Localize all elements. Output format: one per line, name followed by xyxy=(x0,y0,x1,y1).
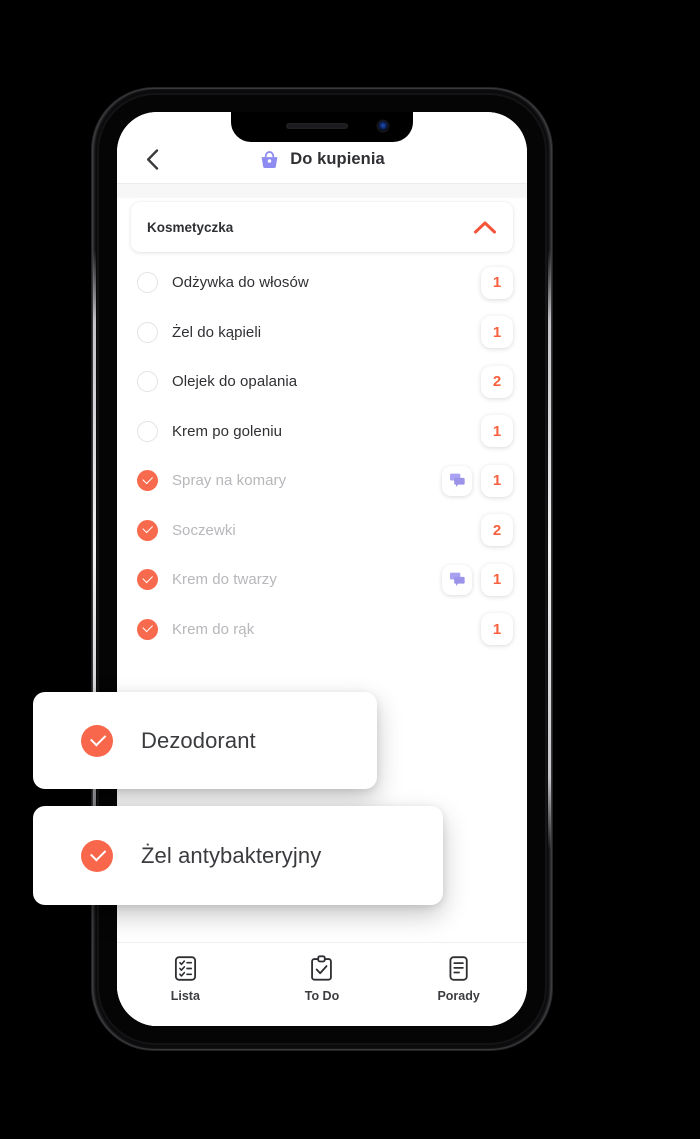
nav-item-porady[interactable]: Porady xyxy=(416,955,502,1003)
list-item-row[interactable]: Odżywka do włosów 1 xyxy=(117,258,527,308)
quantity-badge[interactable]: 1 xyxy=(481,613,513,646)
page-title: Do kupienia xyxy=(290,150,385,168)
nav-item-lista[interactable]: Lista xyxy=(142,955,228,1003)
header-center: Do kupienia xyxy=(137,150,507,170)
quantity-badge[interactable]: 1 xyxy=(481,563,513,596)
group-title: Kosmetyczka xyxy=(147,219,234,235)
list-item-row[interactable]: Żel do kąpieli 1 xyxy=(117,308,527,358)
checklist-clipboard-icon xyxy=(174,956,196,981)
checkbox-unchecked-icon[interactable] xyxy=(137,272,158,294)
floating-item-card[interactable]: Żel antybakteryjny xyxy=(33,806,443,905)
comment-button[interactable] xyxy=(442,564,472,595)
quantity-badge[interactable]: 2 xyxy=(481,514,513,547)
list-item-row[interactable]: Soczewki 2 xyxy=(117,506,527,556)
checkbox-unchecked-icon[interactable] xyxy=(137,371,158,393)
frame-gloss-right xyxy=(548,250,551,850)
list-item-label: Krem po goleniu xyxy=(172,422,282,440)
quantity-badge[interactable]: 1 xyxy=(481,266,513,299)
comment-button[interactable] xyxy=(442,465,472,496)
screenshot-canvas: Do kupienia Kosmetyczka Odżywka do włosó… xyxy=(0,0,700,1139)
shopping-item-list: Odżywka do włosów 1 Żel do kąpieli 1 Olejek … xyxy=(117,258,527,654)
group-header-kosmetyczka[interactable]: Kosmetyczka xyxy=(131,202,513,252)
floating-item-label: Dezodorant xyxy=(141,727,256,753)
quantity-badge[interactable]: 1 xyxy=(481,464,513,497)
list-item-label: Krem do rąk xyxy=(172,620,255,638)
list-item-label: Spray na komary xyxy=(172,472,287,490)
floating-item-label: Żel antybakteryjny xyxy=(141,842,322,868)
nav-label-todo: To Do xyxy=(304,989,340,1003)
checkbox-checked-icon[interactable] xyxy=(137,470,158,492)
list-item-label: Olejek do opalania xyxy=(172,373,298,391)
comment-bubbles-icon xyxy=(449,473,465,488)
phone-notch xyxy=(231,112,413,142)
checkbox-checked-icon[interactable] xyxy=(137,569,158,591)
checkbox-unchecked-icon[interactable] xyxy=(137,420,158,442)
nav-label-lista: Lista xyxy=(170,989,200,1003)
speaker-grille xyxy=(286,123,349,129)
document-lines-icon xyxy=(449,956,468,981)
shopping-basket-icon xyxy=(261,150,278,168)
list-item-row[interactable]: Krem do rąk 1 xyxy=(117,605,527,655)
nav-label-porady: Porady xyxy=(437,989,480,1003)
list-item-label: Soczewki xyxy=(172,521,236,539)
list-background-strip xyxy=(117,184,527,198)
front-camera-icon xyxy=(378,121,388,131)
quantity-badge[interactable]: 1 xyxy=(481,316,513,349)
list-item-label: Odżywka do włosów xyxy=(172,274,309,292)
checkbox-checked-icon[interactable] xyxy=(137,618,158,640)
list-item-row[interactable]: Olejek do opalania 2 xyxy=(117,357,527,407)
bottom-navigation: Lista To Do Porady xyxy=(117,942,527,1026)
clipboard-check-icon xyxy=(311,955,333,981)
checkbox-unchecked-icon[interactable] xyxy=(137,321,158,343)
floating-item-card[interactable]: Dezodorant xyxy=(33,692,377,789)
quantity-badge[interactable]: 1 xyxy=(481,415,513,448)
checkbox-checked-icon[interactable] xyxy=(137,519,158,541)
chevron-up-icon[interactable] xyxy=(473,220,497,235)
check-circle-icon[interactable] xyxy=(81,839,113,872)
list-item-row[interactable]: Krem do twarzy 1 xyxy=(117,555,527,605)
list-item-label: Żel do kąpieli xyxy=(172,323,262,341)
list-item-label: Krem do twarzy xyxy=(172,571,277,589)
quantity-badge[interactable]: 2 xyxy=(481,365,513,398)
nav-item-todo[interactable]: To Do xyxy=(279,955,365,1003)
check-circle-icon[interactable] xyxy=(81,724,113,757)
list-item-row[interactable]: Krem po goleniu 1 xyxy=(117,407,527,457)
comment-bubbles-icon xyxy=(449,572,465,587)
list-item-row[interactable]: Spray na komary 1 xyxy=(117,456,527,506)
